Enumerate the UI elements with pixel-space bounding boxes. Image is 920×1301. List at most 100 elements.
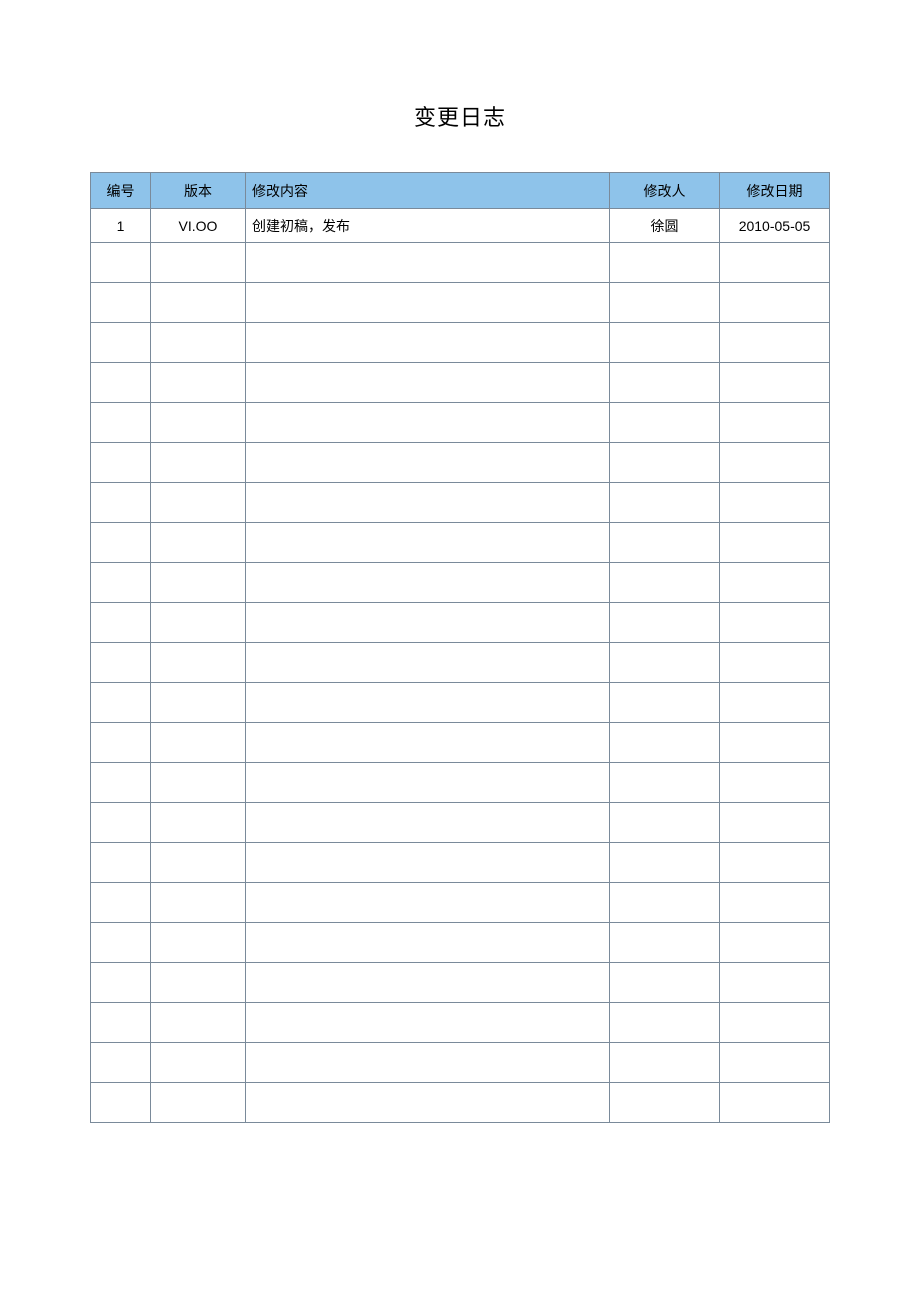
cell-modifier (610, 1003, 720, 1043)
cell-description (246, 1043, 610, 1083)
cell-description (246, 923, 610, 963)
cell-id (91, 843, 151, 883)
table-row (91, 723, 830, 763)
table-row (91, 443, 830, 483)
cell-modifier (610, 1043, 720, 1083)
cell-version (151, 243, 246, 283)
cell-id (91, 923, 151, 963)
cell-id (91, 803, 151, 843)
col-header-description: 修改内容 (246, 173, 610, 209)
cell-id (91, 443, 151, 483)
cell-id (91, 683, 151, 723)
cell-id (91, 483, 151, 523)
cell-description: 创建初稿，发布 (246, 209, 610, 243)
cell-id (91, 283, 151, 323)
cell-description (246, 1003, 610, 1043)
cell-id (91, 1043, 151, 1083)
cell-version (151, 683, 246, 723)
cell-modifier (610, 683, 720, 723)
cell-modifier: 徐圆 (610, 209, 720, 243)
cell-id: 1 (91, 209, 151, 243)
table-row (91, 1003, 830, 1043)
cell-date (720, 283, 830, 323)
cell-version (151, 403, 246, 443)
cell-description (246, 723, 610, 763)
table-row (91, 363, 830, 403)
cell-date (720, 1083, 830, 1123)
cell-description (246, 363, 610, 403)
cell-version: VI.OO (151, 209, 246, 243)
table-row (91, 563, 830, 603)
col-header-id: 编号 (91, 173, 151, 209)
cell-modifier (610, 963, 720, 1003)
cell-date (720, 683, 830, 723)
cell-date (720, 363, 830, 403)
cell-date (720, 843, 830, 883)
cell-version (151, 283, 246, 323)
cell-date (720, 923, 830, 963)
cell-description (246, 403, 610, 443)
col-header-version: 版本 (151, 173, 246, 209)
table-row (91, 283, 830, 323)
cell-date (720, 803, 830, 843)
page-title: 变更日志 (90, 100, 830, 132)
cell-date (720, 483, 830, 523)
table-row (91, 923, 830, 963)
cell-version (151, 1043, 246, 1083)
table-row (91, 883, 830, 923)
cell-version (151, 1003, 246, 1043)
cell-date (720, 763, 830, 803)
cell-modifier (610, 323, 720, 363)
table-row (91, 843, 830, 883)
cell-version (151, 523, 246, 563)
table-row (91, 963, 830, 1003)
cell-modifier (610, 483, 720, 523)
cell-date (720, 443, 830, 483)
cell-version (151, 603, 246, 643)
table-row (91, 803, 830, 843)
cell-modifier (610, 883, 720, 923)
cell-description (246, 523, 610, 563)
cell-version (151, 763, 246, 803)
table-row: 1VI.OO创建初稿，发布徐圆2010-05-05 (91, 209, 830, 243)
cell-modifier (610, 363, 720, 403)
cell-version (151, 1083, 246, 1123)
cell-date (720, 563, 830, 603)
cell-version (151, 363, 246, 403)
cell-date (720, 883, 830, 923)
cell-modifier (610, 1083, 720, 1123)
cell-modifier (610, 723, 720, 763)
cell-description (246, 883, 610, 923)
cell-description (246, 963, 610, 1003)
cell-id (91, 323, 151, 363)
cell-description (246, 323, 610, 363)
table-row (91, 763, 830, 803)
cell-id (91, 1083, 151, 1123)
cell-modifier (610, 443, 720, 483)
cell-description (246, 483, 610, 523)
cell-date (720, 1043, 830, 1083)
cell-description (246, 603, 610, 643)
table-row (91, 523, 830, 563)
cell-date (720, 603, 830, 643)
cell-date (720, 243, 830, 283)
cell-id (91, 643, 151, 683)
cell-date: 2010-05-05 (720, 209, 830, 243)
col-header-modifier: 修改人 (610, 173, 720, 209)
cell-version (151, 723, 246, 763)
changelog-table: 编号 版本 修改内容 修改人 修改日期 1VI.OO创建初稿，发布徐圆2010-… (90, 172, 830, 1123)
cell-date (720, 403, 830, 443)
cell-description (246, 683, 610, 723)
cell-id (91, 363, 151, 403)
cell-version (151, 923, 246, 963)
cell-modifier (610, 283, 720, 323)
cell-id (91, 523, 151, 563)
cell-id (91, 603, 151, 643)
cell-modifier (610, 403, 720, 443)
cell-date (720, 643, 830, 683)
table-row (91, 1083, 830, 1123)
table-header-row: 编号 版本 修改内容 修改人 修改日期 (91, 173, 830, 209)
cell-version (151, 643, 246, 683)
cell-id (91, 963, 151, 1003)
cell-description (246, 243, 610, 283)
